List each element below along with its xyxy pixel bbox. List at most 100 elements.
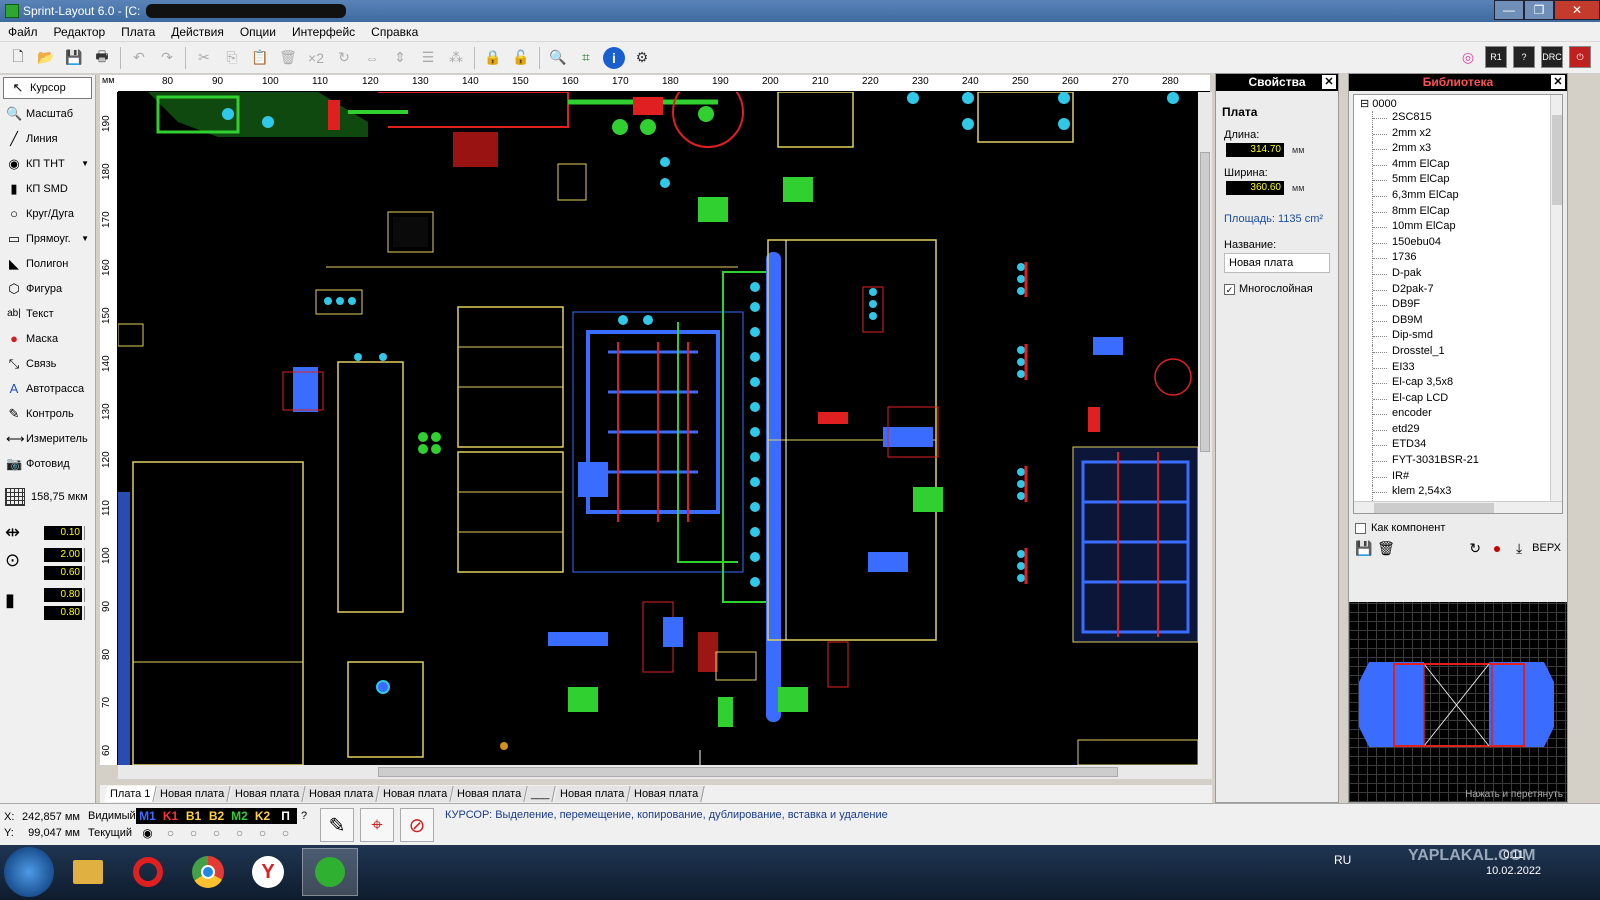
- copy-icon[interactable]: ⎘: [221, 47, 243, 69]
- exit-icon[interactable]: ⏻: [1569, 46, 1591, 68]
- zoom-icon[interactable]: 🔍: [547, 47, 569, 69]
- library-item[interactable]: 6,3mm ElCap: [1354, 188, 1562, 205]
- maximize-button[interactable]: ❐: [1524, 0, 1554, 20]
- checkbox[interactable]: [1355, 522, 1366, 534]
- trash-icon[interactable]: 🗑: [1377, 540, 1395, 557]
- board-name-field[interactable]: Новая плата: [1224, 253, 1330, 273]
- library-item[interactable]: Dip-smd: [1354, 329, 1562, 345]
- scroll-thumb[interactable]: [1552, 115, 1562, 205]
- redo-icon[interactable]: ↷: [156, 47, 178, 69]
- paste-icon[interactable]: 📋: [249, 47, 271, 69]
- spinner[interactable]: [84, 548, 90, 562]
- settings-icon[interactable]: ⚙: [631, 47, 653, 69]
- download-icon[interactable]: ⤓: [1510, 540, 1528, 557]
- tool-cursor[interactable]: ↖ Курсор: [3, 77, 92, 99]
- rotate-icon[interactable]: ↻: [333, 47, 355, 69]
- undo-icon[interactable]: ↶: [128, 47, 150, 69]
- library-item[interactable]: 150ebu04: [1354, 235, 1562, 252]
- canvas-horizontal-scrollbar[interactable]: [118, 765, 1212, 779]
- dropdown-arrow-icon[interactable]: ▼: [81, 159, 89, 168]
- library-item[interactable]: 4mm ElCap: [1354, 157, 1562, 174]
- tool-zoom[interactable]: 🔍 Масштаб: [0, 101, 95, 126]
- library-item[interactable]: El-cap LCD: [1354, 391, 1562, 408]
- library-item[interactable]: EI33: [1354, 360, 1562, 377]
- delete-icon[interactable]: 🗑: [277, 47, 299, 69]
- group-icon[interactable]: ⁂: [445, 47, 467, 69]
- spinner[interactable]: [84, 526, 90, 540]
- mirror-v-icon[interactable]: ⇕: [389, 47, 411, 69]
- pad-outer-field[interactable]: 2.00: [44, 546, 95, 564]
- library-item[interactable]: IR#: [1354, 469, 1562, 486]
- library-item[interactable]: klem 2,54x3: [1354, 485, 1562, 501]
- menu-actions[interactable]: Действия: [163, 25, 232, 39]
- crop-icon[interactable]: ⌗: [575, 47, 597, 69]
- tool-smd-pad[interactable]: ▮ КП SMD: [0, 176, 95, 201]
- layer-m1[interactable]: M1: [136, 807, 159, 824]
- mirror-h-icon[interactable]: ⇔: [361, 47, 383, 69]
- sprint-layout-icon[interactable]: [302, 848, 358, 896]
- cut-icon[interactable]: ✂: [193, 47, 215, 69]
- new-file-icon[interactable]: 🗋: [7, 47, 29, 69]
- library-item[interactable]: encoder: [1354, 407, 1562, 423]
- collapse-icon[interactable]: ⊟: [1360, 98, 1369, 110]
- layer-p[interactable]: П: [274, 807, 297, 824]
- tab-board-2[interactable]: Новая плата: [154, 786, 232, 802]
- tool-autoroute[interactable]: A Автотрасса: [0, 376, 95, 401]
- yandex-icon[interactable]: Y: [240, 848, 296, 896]
- drc-button[interactable]: DRC: [1541, 46, 1563, 68]
- library-item[interactable]: 10mm ElCap: [1354, 220, 1562, 236]
- tool-polygon[interactable]: ◣ Полигон: [0, 251, 95, 276]
- track-width-field[interactable]: 0.10: [44, 524, 95, 542]
- r1-button[interactable]: R1: [1485, 46, 1507, 68]
- radio-b2[interactable]: ○: [205, 826, 228, 840]
- crosshair-icon[interactable]: ⌖: [360, 808, 394, 842]
- duplicate-icon[interactable]: ×2: [305, 47, 327, 69]
- tab-board-3[interactable]: Новая плата: [228, 786, 306, 802]
- tab-board-8[interactable]: Новая плата: [554, 786, 631, 802]
- library-item[interactable]: DB9M: [1354, 313, 1562, 330]
- pad-inner-field[interactable]: 0.60: [44, 564, 95, 582]
- library-horizontal-scrollbar[interactable]: [1354, 501, 1562, 513]
- pcb-canvas[interactable]: [118, 92, 1198, 765]
- save-icon[interactable]: 💾: [63, 47, 85, 69]
- dropdown-arrow-icon[interactable]: ▼: [81, 234, 89, 243]
- layers-help[interactable]: ?: [297, 810, 311, 822]
- checkbox-checked-icon[interactable]: ✓: [1224, 283, 1235, 295]
- close-button[interactable]: ✕: [1554, 0, 1600, 20]
- save-icon[interactable]: 💾: [1355, 540, 1373, 557]
- menu-options[interactable]: Опции: [232, 25, 284, 39]
- menu-interface[interactable]: Интерфейс: [284, 25, 363, 39]
- tool-measure[interactable]: ⟷ Измеритель: [0, 426, 95, 451]
- library-item[interactable]: 5mm ElCap: [1354, 173, 1562, 189]
- align-icon[interactable]: ☰: [417, 47, 439, 69]
- canvas-vertical-scrollbar[interactable]: [1198, 92, 1212, 765]
- library-item[interactable]: 8mm ElCap: [1354, 204, 1562, 221]
- layer-k1[interactable]: K1: [159, 807, 182, 824]
- info-icon[interactable]: i: [603, 46, 625, 69]
- spinner[interactable]: [84, 588, 90, 602]
- grid-selector[interactable]: 158,75 мкм: [0, 484, 95, 510]
- radio-p[interactable]: ○: [274, 826, 297, 840]
- menu-edit[interactable]: Редактор: [46, 25, 114, 39]
- spinner[interactable]: [84, 566, 90, 580]
- radio-m2[interactable]: ○: [228, 826, 251, 840]
- component-preview[interactable]: Нажать и перетянуть: [1349, 602, 1567, 802]
- layer-m2[interactable]: M2: [228, 807, 251, 824]
- smd-height-field[interactable]: 0.80: [44, 604, 95, 622]
- multilayer-checkbox[interactable]: ✓ Многослойная: [1224, 283, 1330, 295]
- library-tree[interactable]: ⊟ 0000 2SC815 2mm x2 2mm x3 4mm ElCap 5mm El…: [1353, 94, 1563, 514]
- smd-width-field[interactable]: 0.80: [44, 586, 95, 604]
- library-item[interactable]: DB9F: [1354, 298, 1562, 314]
- library-item[interactable]: 2mm x2: [1354, 126, 1562, 143]
- spinner[interactable]: [84, 606, 90, 620]
- width-field[interactable]: 360.60: [1226, 181, 1284, 195]
- radio-k1[interactable]: ○: [159, 826, 182, 840]
- tool-connection[interactable]: ⤡ Связь: [0, 351, 95, 376]
- tab-board-1[interactable]: Плата 1: [104, 786, 158, 802]
- as-component-checkbox[interactable]: Как компонент: [1355, 522, 1561, 534]
- radio-m1[interactable]: ◉: [136, 826, 159, 840]
- library-item[interactable]: D-pak: [1354, 266, 1562, 283]
- library-item[interactable]: Drosstel_1: [1354, 344, 1562, 361]
- tool-tht-pad[interactable]: ◉ КП ТНТ ▼: [0, 151, 95, 176]
- start-button[interactable]: [4, 847, 54, 897]
